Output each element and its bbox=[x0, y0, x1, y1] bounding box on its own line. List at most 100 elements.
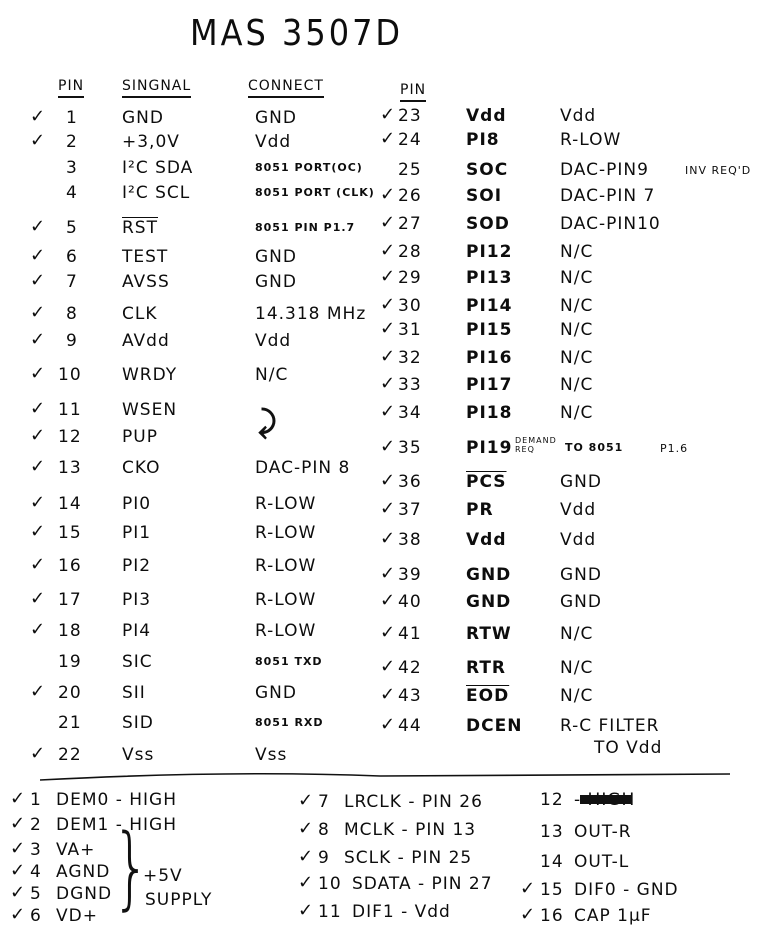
pin-signal: +3,0V bbox=[122, 132, 180, 152]
header-pin-right: PIN bbox=[400, 82, 427, 102]
pin-signal: SII bbox=[122, 683, 146, 703]
check-mark: ✓ bbox=[10, 788, 27, 809]
pin-number: 31 bbox=[398, 320, 422, 340]
pin-signal: PI1 bbox=[122, 523, 152, 543]
pin-connection: N/C bbox=[560, 268, 594, 288]
dac-pin-label: MCLK - PIN 13 bbox=[344, 820, 477, 840]
check-mark: ✓ bbox=[380, 563, 397, 584]
pin-connection: TO 8051 bbox=[565, 441, 624, 454]
pin-number: 32 bbox=[398, 348, 422, 368]
pin-signal: RST bbox=[122, 218, 158, 238]
dac-pin-number: 10 bbox=[318, 874, 342, 894]
pin-signal: WSEN bbox=[122, 400, 178, 420]
dac-pin-number: 7 bbox=[318, 792, 330, 812]
pin-connection: 8051 TXD bbox=[255, 655, 323, 668]
check-mark: ✓ bbox=[380, 373, 397, 394]
pin-signal: Vss bbox=[122, 745, 155, 765]
pin-connection: Vdd bbox=[255, 331, 292, 351]
check-mark: ✓ bbox=[30, 456, 47, 477]
check-mark: ✓ bbox=[30, 619, 47, 640]
pin-connection: N/C bbox=[560, 242, 594, 262]
pin-connection: GND bbox=[255, 683, 297, 703]
dac-pin-number: 14 bbox=[540, 852, 564, 872]
pin-connection: R-LOW bbox=[255, 621, 317, 641]
check-mark: ✓ bbox=[30, 743, 47, 764]
pin-signal: PI4 bbox=[122, 621, 152, 641]
pin-connection: N/C bbox=[255, 365, 289, 385]
check-mark: ✓ bbox=[380, 498, 397, 519]
dac-pin-number: 8 bbox=[318, 820, 330, 840]
pin-connection: N/C bbox=[560, 403, 594, 423]
header-signal: SINGNAL bbox=[122, 78, 192, 98]
pin-signal: PI15 bbox=[466, 320, 513, 340]
pin-connection: N/C bbox=[560, 320, 594, 340]
pin-number: 16 bbox=[58, 556, 82, 576]
pin-signal: I²C SCL bbox=[122, 183, 191, 203]
pin-number: 3 bbox=[66, 158, 78, 178]
pin-connection: Vss bbox=[255, 745, 288, 765]
pin-number: 35 bbox=[398, 438, 422, 458]
pin-number: 34 bbox=[398, 403, 422, 423]
pin-signal: EOD bbox=[466, 686, 510, 706]
check-mark: ✓ bbox=[30, 492, 47, 513]
pin-signal: CKO bbox=[122, 458, 161, 478]
pin-connection: DAC-PIN10 bbox=[560, 214, 661, 234]
check-mark: ✓ bbox=[298, 818, 315, 839]
pin-connection: 8051 RXD bbox=[255, 716, 324, 729]
check-mark: ✓ bbox=[520, 878, 537, 899]
pin-number: 40 bbox=[398, 592, 422, 612]
check-mark: ✓ bbox=[380, 294, 397, 315]
pin-number: 2 bbox=[66, 132, 78, 152]
dac-pin-number: 13 bbox=[540, 822, 564, 842]
pin-signal: AVdd bbox=[122, 331, 170, 351]
pin-signal: TEST bbox=[122, 247, 169, 267]
check-mark: ✓ bbox=[30, 398, 47, 419]
pin-connection: N/C bbox=[560, 624, 594, 644]
pin-number: 22 bbox=[58, 745, 82, 765]
pin-signal: PI14 bbox=[466, 296, 513, 316]
check-mark: ✓ bbox=[30, 302, 47, 323]
pin-number: 4 bbox=[66, 183, 78, 203]
dac-pin-label: AGND bbox=[56, 862, 111, 882]
pin-connection: GND bbox=[560, 592, 602, 612]
pin-connection: N/C bbox=[560, 658, 594, 678]
check-mark: ✓ bbox=[380, 401, 397, 422]
pin-number: 5 bbox=[66, 218, 78, 238]
check-mark: ✓ bbox=[30, 681, 47, 702]
check-mark: ✓ bbox=[10, 882, 27, 903]
pin-connection: GND bbox=[560, 472, 602, 492]
pin-connection: 8051 PIN P1.7 bbox=[255, 221, 356, 234]
pin-signal: PI2 bbox=[122, 556, 152, 576]
pin-connection: GND bbox=[560, 565, 602, 585]
pin-number: 39 bbox=[398, 565, 422, 585]
pin-number: 13 bbox=[58, 458, 82, 478]
check-mark: ✓ bbox=[380, 318, 397, 339]
dac-pin-number: 1 bbox=[30, 790, 42, 810]
dac-pin-label: CAP 1µF bbox=[574, 906, 652, 926]
pin-number: 26 bbox=[398, 186, 422, 206]
check-mark: ✓ bbox=[298, 790, 315, 811]
check-mark: ✓ bbox=[380, 184, 397, 205]
pin-connection: R-LOW bbox=[560, 130, 622, 150]
pin-connection: 14.318 MHz bbox=[255, 304, 367, 324]
pin-signal: AVSS bbox=[122, 272, 170, 292]
pin-connection: 8051 PORT (CLK) bbox=[255, 186, 375, 199]
check-mark: ✓ bbox=[380, 470, 397, 491]
pin-signal: PI18 bbox=[466, 403, 513, 423]
pin-signal: PI16 bbox=[466, 348, 513, 368]
pin-connection: R-LOW bbox=[255, 590, 317, 610]
pin-signal: WRDY bbox=[122, 365, 178, 385]
curved-arrow-icon: ⤸ bbox=[258, 405, 276, 440]
check-mark: ✓ bbox=[30, 329, 47, 350]
pin-number: 44 bbox=[398, 716, 422, 736]
pin-signal: PI12 bbox=[466, 242, 513, 262]
pin-signal: SOI bbox=[466, 186, 503, 206]
pin-signal: SIC bbox=[122, 652, 153, 672]
check-mark: ✓ bbox=[10, 904, 27, 925]
pin-signal: PI8 bbox=[466, 130, 500, 150]
pin-number: 29 bbox=[398, 268, 422, 288]
check-mark: ✓ bbox=[30, 363, 47, 384]
pin-connection: Vdd bbox=[255, 132, 292, 152]
check-mark: ✓ bbox=[10, 813, 27, 834]
supply-note-line2: SUPPLY bbox=[145, 890, 213, 910]
